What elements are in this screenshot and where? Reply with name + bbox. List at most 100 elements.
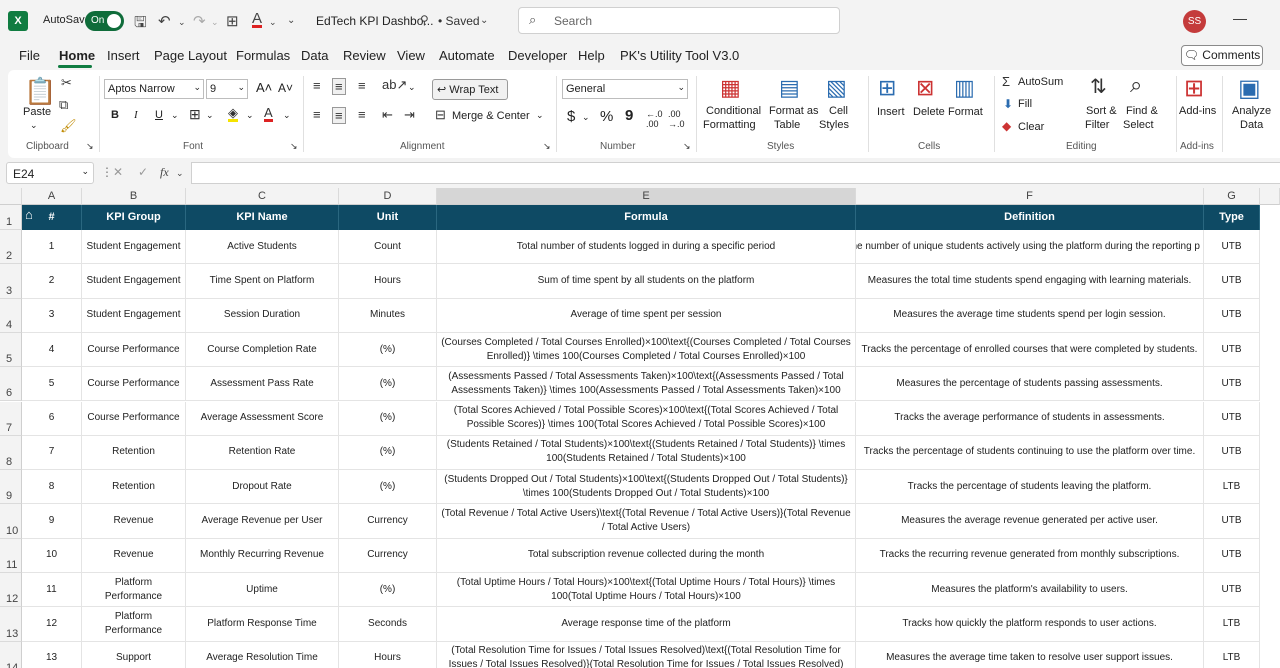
add-ins-icon[interactable]: ⊞ <box>1184 74 1204 103</box>
cell-definition[interactable]: Measures the total time students spend e… <box>856 264 1204 299</box>
cell-number[interactable]: 9 <box>22 504 82 539</box>
cell-unit[interactable]: Count <box>339 230 437 265</box>
header-kpi-name[interactable]: KPI Name <box>186 205 339 230</box>
delete-cells-label[interactable]: Delete <box>913 106 945 118</box>
clipboard-launcher-icon[interactable]: ↘ <box>86 141 94 152</box>
insert-cells-label[interactable]: Insert <box>877 106 905 118</box>
row-header[interactable]: 12 <box>0 573 22 608</box>
underline-dropdown-icon[interactable]: ⌄ <box>171 110 179 121</box>
cell-formula[interactable]: (Assessments Passed / Total Assessments … <box>437 367 856 402</box>
tab-home[interactable]: Home <box>59 48 95 63</box>
cell-kpi-name[interactable]: Assessment Pass Rate <box>186 367 339 402</box>
cell-unit[interactable]: Currency <box>339 538 437 573</box>
cell-definition[interactable]: Measures the average time taken to resol… <box>856 641 1204 668</box>
cell-definition[interactable]: Measures the platform's availability to … <box>856 573 1204 608</box>
cell-formula[interactable]: (Students Dropped Out / Total Students)×… <box>437 470 856 505</box>
cell-kpi-name[interactable]: Platform Response Time <box>186 607 339 642</box>
number-launcher-icon[interactable]: ↘ <box>683 141 691 152</box>
font-name-combo[interactable]: Aptos Narrow ⌄ <box>104 79 204 99</box>
cell-kpi-name[interactable]: Monthly Recurring Revenue <box>186 538 339 573</box>
tab-insert[interactable]: Insert <box>107 48 140 63</box>
copy-icon[interactable]: ⧉ <box>59 97 68 113</box>
cell-unit[interactable]: Hours <box>339 641 437 668</box>
column-header-c[interactable]: C <box>186 188 339 205</box>
paste-dropdown-icon[interactable]: ⌄ <box>30 120 38 131</box>
cut-icon[interactable]: ✂ <box>61 75 72 91</box>
column-header-f[interactable]: F <box>856 188 1204 205</box>
insert-cells-icon[interactable]: ⊞ <box>878 75 896 101</box>
comments-button[interactable]: 🗨 Comments <box>1181 45 1263 66</box>
cell-kpi-name[interactable]: Active Students <box>186 230 339 265</box>
borders-icon[interactable]: ⊞ <box>226 12 239 30</box>
cell-formula[interactable]: (Total Uptime Hours / Total Hours)×100\t… <box>437 573 856 608</box>
insert-function-icon[interactable]: fx <box>160 165 169 180</box>
cell-definition[interactable]: Tracks the percentage of enrolled course… <box>856 332 1204 368</box>
alignment-launcher-icon[interactable]: ↘ <box>543 141 551 152</box>
cell-number[interactable]: 8 <box>22 470 82 505</box>
currency-button[interactable]: $ <box>567 108 575 125</box>
cell-kpi-group[interactable]: Student Engagement <box>82 230 186 265</box>
format-painter-icon[interactable]: 🖌 <box>60 118 77 134</box>
cell-type[interactable]: UTB <box>1204 298 1260 333</box>
increase-indent-icon[interactable]: ⇥ <box>404 107 415 123</box>
row-header[interactable]: 13 <box>0 607 22 642</box>
autosum-icon[interactable]: Σ <box>1002 74 1010 89</box>
cell-unit[interactable]: Hours <box>339 264 437 299</box>
row-header[interactable]: 9 <box>0 470 22 505</box>
tab-view[interactable]: View <box>397 48 425 63</box>
column-header-d[interactable]: D <box>339 188 437 205</box>
cell-type[interactable]: LTB <box>1204 641 1260 668</box>
font-color-icon[interactable]: A <box>252 11 263 28</box>
cell-definition[interactable]: Measures the average time students spend… <box>856 298 1204 333</box>
font-size-combo[interactable]: 9 ⌄ <box>206 79 248 99</box>
font-launcher-icon[interactable]: ↘ <box>290 141 298 152</box>
name-box[interactable]: E24 ⌄ <box>6 162 94 184</box>
search-box[interactable]: ⌕ Search <box>518 7 840 34</box>
cell-styles-label1[interactable]: Cell <box>829 105 848 117</box>
merge-center-button[interactable]: Merge & Center <box>452 110 530 122</box>
name-box-dropdown-icon[interactable]: ⌄ <box>81 166 89 177</box>
find-select-icon[interactable]: ⌕ <box>1130 72 1142 98</box>
home-icon[interactable]: ⌂ <box>25 207 33 222</box>
sort-filter-label2[interactable]: Filter <box>1085 119 1109 131</box>
cancel-icon[interactable]: ✕ <box>113 165 123 179</box>
cell-formula[interactable]: (Courses Completed / Total Courses Enrol… <box>437 332 856 368</box>
cell-formula[interactable]: (Students Retained / Total Students)×100… <box>437 435 856 471</box>
column-header-h[interactable] <box>1260 188 1280 205</box>
header-definition[interactable]: Definition <box>856 205 1204 230</box>
cell-kpi-group[interactable]: Student Engagement <box>82 298 186 333</box>
cell-definition[interactable]: Tracks the recurring revenue generated f… <box>856 538 1204 573</box>
fill-color-icon[interactable]: ◈ <box>228 106 238 122</box>
border-icon[interactable]: ⊞ <box>189 106 201 123</box>
column-header-e[interactable]: E <box>437 188 856 205</box>
conditional-formatting-label2[interactable]: Formatting <box>703 119 756 131</box>
cell-formula[interactable]: (Total Scores Achieved / Total Possible … <box>437 401 856 436</box>
cell-number[interactable]: 11 <box>22 573 82 608</box>
minimize-icon[interactable]: — <box>1233 10 1247 26</box>
paste-icon[interactable]: 📋 <box>24 76 56 107</box>
cell-number[interactable]: 3 <box>22 298 82 333</box>
cell-kpi-name[interactable]: Dropout Rate <box>186 470 339 505</box>
enter-icon[interactable]: ✓ <box>138 165 148 179</box>
undo-icon[interactable]: ↶ <box>158 12 171 30</box>
sort-filter-label1[interactable]: Sort & <box>1086 105 1117 117</box>
cell-styles-icon[interactable]: ▧ <box>826 75 847 101</box>
cell-kpi-name[interactable]: Retention Rate <box>186 435 339 471</box>
cell-kpi-name[interactable]: Average Resolution Time <box>186 641 339 668</box>
border-dropdown-icon[interactable]: ⌄ <box>206 110 214 121</box>
find-select-label1[interactable]: Find & <box>1126 105 1158 117</box>
tab-pk-utility[interactable]: PK's Utility Tool V3.0 <box>620 48 739 63</box>
cell-type[interactable]: UTB <box>1204 367 1260 402</box>
cell-kpi-group[interactable]: Revenue <box>82 504 186 539</box>
column-header-a[interactable]: A <box>22 188 82 205</box>
cell-kpi-group[interactable]: Platform Performance <box>82 607 186 642</box>
cell-unit[interactable]: (%) <box>339 367 437 402</box>
row-header[interactable]: 11 <box>0 538 22 573</box>
cell-unit[interactable]: (%) <box>339 435 437 471</box>
cell-unit[interactable]: (%) <box>339 470 437 505</box>
fill-button[interactable]: Fill <box>1018 98 1032 110</box>
redo-icon[interactable]: ↷ <box>193 12 206 30</box>
percent-button[interactable]: % <box>600 108 613 125</box>
cell-definition[interactable]: Measures the percentage of students pass… <box>856 367 1204 402</box>
font-color-icon[interactable]: A <box>264 106 273 122</box>
